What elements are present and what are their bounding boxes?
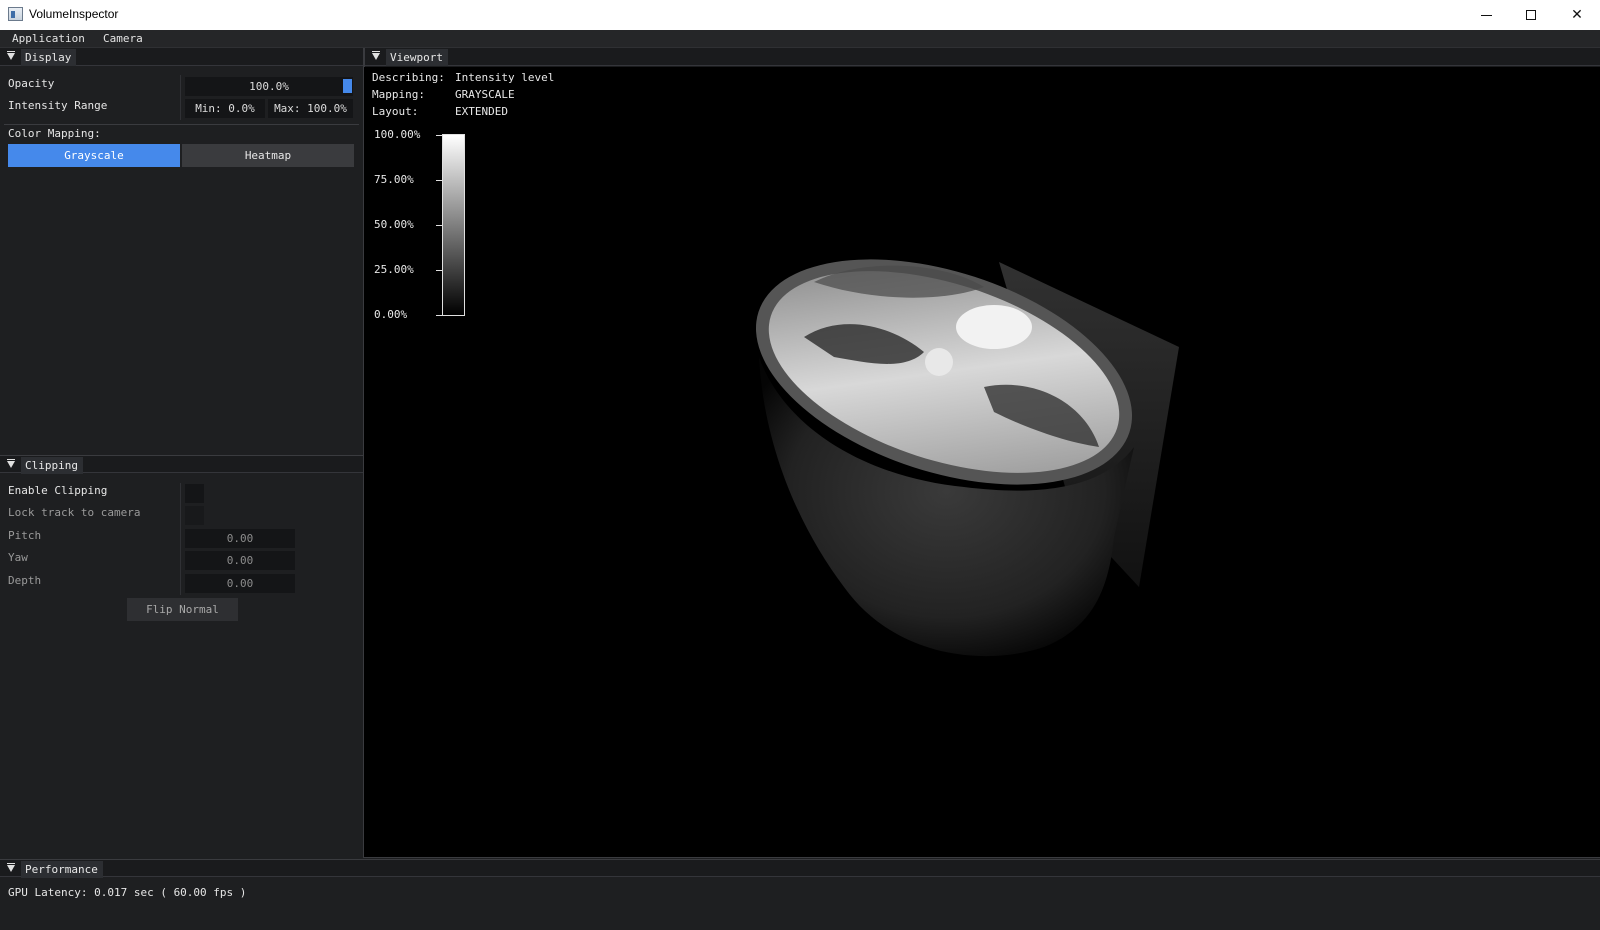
clipping-panel-header[interactable]: Clipping xyxy=(0,455,363,474)
opacity-slider[interactable]: 100.0% xyxy=(185,77,353,96)
collapse-arrow-icon[interactable] xyxy=(7,51,15,60)
display-panel: Display Opacity Intensity Range 100.0% M… xyxy=(0,48,363,454)
legend-tick-label: 100.00% xyxy=(374,128,421,141)
collapse-arrow-icon[interactable] xyxy=(7,863,15,872)
color-mapping-label: Color Mapping: xyxy=(8,127,101,140)
enable-clipping-checkbox[interactable] xyxy=(185,484,204,503)
mapping-key: Mapping: xyxy=(372,88,425,101)
legend-tick-label: 50.00% xyxy=(374,218,414,231)
depth-label: Depth xyxy=(8,574,42,587)
legend-tick-label: 25.00% xyxy=(374,263,414,276)
column-divider xyxy=(180,75,181,120)
column-divider xyxy=(180,483,181,595)
tab-display[interactable]: Display xyxy=(21,49,77,66)
collapse-arrow-icon[interactable] xyxy=(7,459,15,468)
display-panel-header[interactable]: Display xyxy=(0,48,363,66)
menu-camera[interactable]: Camera xyxy=(103,32,143,45)
maximize-icon xyxy=(1526,10,1536,20)
lock-track-label: Lock track to camera xyxy=(8,506,141,519)
opacity-slider-handle[interactable] xyxy=(343,79,352,93)
pitch-label: Pitch xyxy=(8,529,42,542)
slice-structure-shape xyxy=(956,305,1032,349)
legend-tick xyxy=(436,315,442,316)
intensity-range-label: Intensity Range xyxy=(8,99,108,112)
legend-tick xyxy=(436,225,442,226)
performance-panel: Performance GPU Latency: 0.017 sec ( 60.… xyxy=(0,859,1600,930)
legend-tick-label: 75.00% xyxy=(374,173,414,186)
slice-structure-shape xyxy=(925,348,953,376)
clipping-panel: Clipping Enable Clipping Lock track to c… xyxy=(0,455,363,857)
performance-panel-header[interactable]: Performance xyxy=(0,859,1600,878)
depth-input[interactable]: 0.00 xyxy=(185,574,295,593)
menu-application[interactable]: Application xyxy=(12,32,85,45)
legend-tick xyxy=(436,180,442,181)
intensity-min-value: Min: 0.0% xyxy=(195,102,255,115)
heatmap-button[interactable]: Heatmap xyxy=(182,144,354,167)
layout-value: EXTENDED xyxy=(455,105,508,118)
opacity-value: 100.0% xyxy=(249,80,289,93)
close-icon: ✕ xyxy=(1571,7,1583,23)
tab-clipping[interactable]: Clipping xyxy=(21,457,83,474)
tab-viewport[interactable]: Viewport xyxy=(386,49,448,66)
window-title: VolumeInspector xyxy=(29,7,119,21)
viewport-bottom-border xyxy=(364,857,1600,858)
describing-value: Intensity level xyxy=(455,71,555,84)
grayscale-button[interactable]: Grayscale xyxy=(8,144,180,167)
separator xyxy=(4,124,359,125)
viewport-panel-header[interactable]: Viewport xyxy=(365,48,1600,67)
flip-normal-button[interactable]: Flip Normal xyxy=(127,598,238,621)
tab-performance[interactable]: Performance xyxy=(21,861,103,878)
gpu-latency-text: GPU Latency: 0.017 sec ( 60.00 fps ) xyxy=(8,886,247,899)
yaw-label: Yaw xyxy=(8,551,28,564)
color-legend-bar xyxy=(442,134,465,316)
legend-tick-label: 0.00% xyxy=(374,308,408,321)
pitch-input[interactable]: 0.00 xyxy=(185,529,295,548)
yaw-input[interactable]: 0.00 xyxy=(185,551,295,570)
layout-key: Layout: xyxy=(372,105,419,118)
menu-bar: Application Camera xyxy=(0,30,1600,48)
legend-tick xyxy=(436,270,442,271)
lock-track-checkbox[interactable] xyxy=(185,506,204,525)
mapping-value: GRAYSCALE xyxy=(455,88,515,101)
app-icon xyxy=(8,7,23,21)
intensity-min-slider[interactable]: Min: 0.0% xyxy=(185,99,265,118)
intensity-max-slider[interactable]: Max: 100.0% xyxy=(268,99,353,118)
intensity-max-value: Max: 100.0% xyxy=(274,102,347,115)
minimize-button[interactable] xyxy=(1463,0,1509,30)
viewport-canvas[interactable]: Describing: Intensity level Mapping: GRA… xyxy=(364,67,1600,857)
volume-render[interactable] xyxy=(744,187,1204,677)
viewport-header[interactable]: Viewport xyxy=(365,48,1600,66)
title-bar: VolumeInspector ✕ xyxy=(0,0,1600,30)
minimize-icon xyxy=(1480,14,1492,16)
close-button[interactable]: ✕ xyxy=(1554,0,1600,30)
maximize-button[interactable] xyxy=(1508,0,1554,30)
opacity-label: Opacity xyxy=(8,77,55,90)
collapse-arrow-icon[interactable] xyxy=(372,51,380,60)
legend-tick xyxy=(436,135,442,136)
describing-key: Describing: xyxy=(372,71,445,84)
enable-clipping-label: Enable Clipping xyxy=(8,484,108,497)
